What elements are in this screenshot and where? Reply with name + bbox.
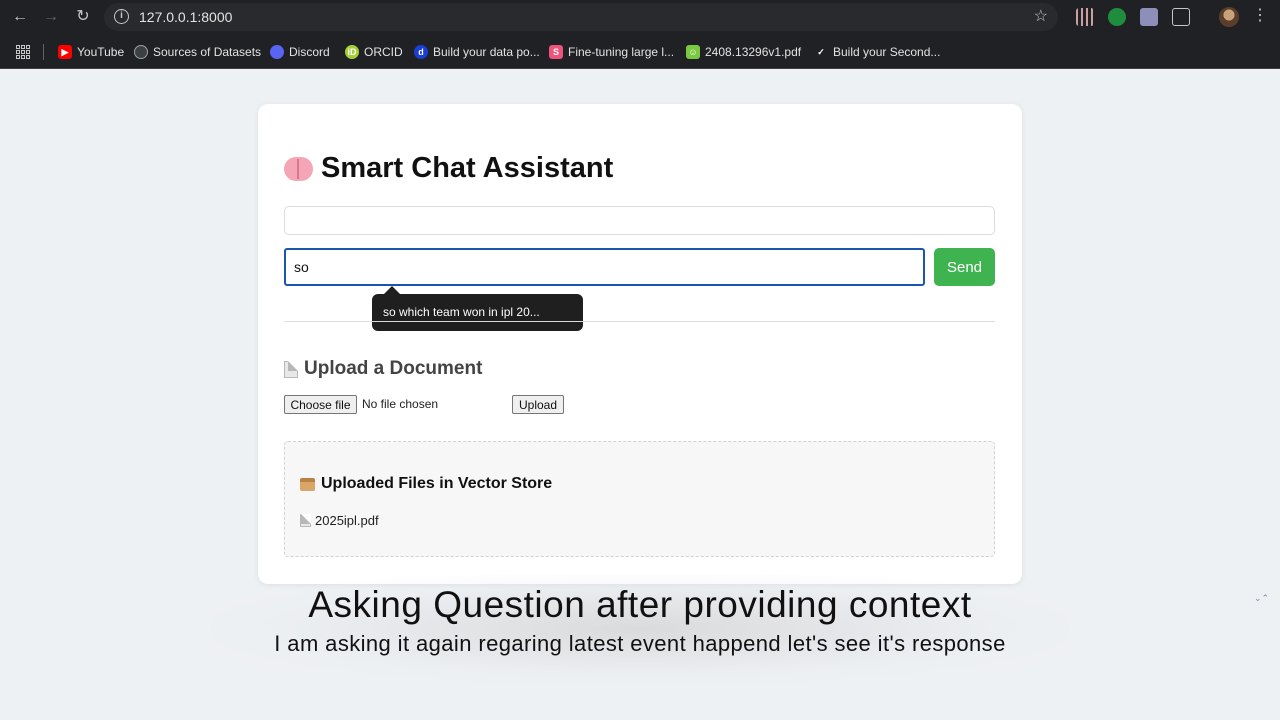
discord-icon bbox=[270, 45, 284, 59]
bookmark-fine-tuning[interactable]: S Fine-tuning large l... bbox=[549, 44, 674, 60]
bookmark-discord[interactable]: Discord bbox=[270, 44, 330, 60]
globe-icon bbox=[134, 45, 148, 59]
s-icon: S bbox=[549, 45, 563, 59]
caption-title: Asking Question after providing context bbox=[308, 584, 972, 625]
bookmark-orcid[interactable]: iD ORCID bbox=[345, 44, 403, 60]
bookmark-youtube[interactable]: ▶ YouTube bbox=[58, 44, 124, 60]
page-title-text: Smart Chat Assistant bbox=[321, 152, 614, 184]
choose-file-button[interactable]: Choose file bbox=[284, 395, 357, 414]
caption-subtitle: I am asking it again regaring latest eve… bbox=[274, 631, 1006, 656]
chat-history-box bbox=[284, 206, 995, 235]
site-info-icon[interactable]: i bbox=[114, 9, 129, 24]
bookmark-label: ORCID bbox=[364, 45, 403, 59]
document-icon bbox=[300, 514, 311, 527]
bookmark-label: Build your data po... bbox=[433, 45, 540, 59]
file-list-item: 2025ipl.pdf bbox=[300, 513, 379, 528]
bookmark-label: Discord bbox=[289, 45, 330, 59]
upload-heading-text: Upload a Document bbox=[304, 358, 483, 379]
bookmark-pdf[interactable]: ☺ 2408.13296v1.pdf bbox=[686, 44, 801, 60]
send-button[interactable]: Send bbox=[934, 248, 995, 286]
notion-icon: ✓ bbox=[814, 45, 828, 59]
autocomplete-suggestion[interactable]: so which team won in ipl 20... bbox=[372, 286, 583, 331]
upload-button[interactable]: Upload bbox=[512, 395, 564, 414]
browser-menu-icon[interactable]: ⋮ bbox=[1252, 6, 1268, 26]
bookmark-build-your-data[interactable]: d Build your data po... bbox=[414, 44, 540, 60]
address-url[interactable]: 127.0.0.1:8000 bbox=[139, 9, 232, 25]
address-bar[interactable]: i 127.0.0.1:8000 ☆ bbox=[104, 3, 1058, 31]
extension-puzzle-app-icon[interactable] bbox=[1140, 8, 1158, 26]
forward-arrow-icon[interactable]: → bbox=[41, 7, 61, 27]
pdf-icon: ☺ bbox=[686, 45, 700, 59]
chat-card: Smart Chat Assistant Send so which team … bbox=[258, 104, 1022, 584]
browser-toolbar: ← → ↻ i 127.0.0.1:8000 ☆ ⋮ bbox=[0, 0, 1280, 34]
youtube-icon: ▶ bbox=[58, 45, 72, 59]
side-panel-icon[interactable]: ⌄⌃ bbox=[1254, 591, 1272, 605]
message-input[interactable] bbox=[284, 248, 925, 286]
extension-bars-icon[interactable] bbox=[1076, 8, 1094, 26]
section-divider bbox=[284, 321, 995, 322]
bookmark-sources-of-datasets[interactable]: Sources of Datasets bbox=[134, 44, 261, 60]
bookmark-label: YouTube bbox=[77, 45, 125, 59]
apps-grid-icon[interactable] bbox=[16, 45, 30, 59]
bookmark-star-icon[interactable]: ☆ bbox=[1034, 6, 1048, 26]
bookmark-label: Fine-tuning large l... bbox=[568, 45, 675, 59]
files-heading-text: Uploaded Files in Vector Store bbox=[321, 475, 553, 492]
file-name: 2025ipl.pdf bbox=[315, 513, 379, 528]
document-icon bbox=[284, 360, 298, 378]
brain-icon bbox=[284, 156, 313, 181]
back-arrow-icon[interactable]: ← bbox=[10, 7, 30, 27]
uploaded-files-panel: Uploaded Files in Vector Store 2025ipl.p… bbox=[284, 441, 995, 557]
bookmark-build-your-second[interactable]: ✓ Build your Second... bbox=[814, 44, 940, 60]
page-title: Smart Chat Assistant bbox=[284, 152, 613, 185]
extensions-icon[interactable] bbox=[1172, 8, 1190, 26]
extension-record-icon[interactable] bbox=[1108, 8, 1126, 26]
bookmark-label: 2408.13296v1.pdf bbox=[705, 45, 802, 59]
orcid-icon: iD bbox=[345, 45, 359, 59]
reload-icon[interactable]: ↻ bbox=[73, 7, 93, 27]
bookmarks-bar: ▶ YouTube Sources of Datasets Discord iD… bbox=[0, 34, 1280, 69]
files-heading: Uploaded Files in Vector Store bbox=[300, 475, 552, 493]
bookmarks-divider bbox=[43, 44, 44, 60]
bookmark-label: Build your Second... bbox=[833, 45, 941, 59]
no-file-text: No file chosen bbox=[362, 397, 439, 411]
file-box-icon bbox=[300, 477, 315, 491]
upload-heading: Upload a Document bbox=[284, 358, 482, 380]
bookmark-label: Sources of Datasets bbox=[153, 45, 262, 59]
profile-avatar[interactable] bbox=[1219, 7, 1239, 27]
d-icon: d bbox=[414, 45, 428, 59]
